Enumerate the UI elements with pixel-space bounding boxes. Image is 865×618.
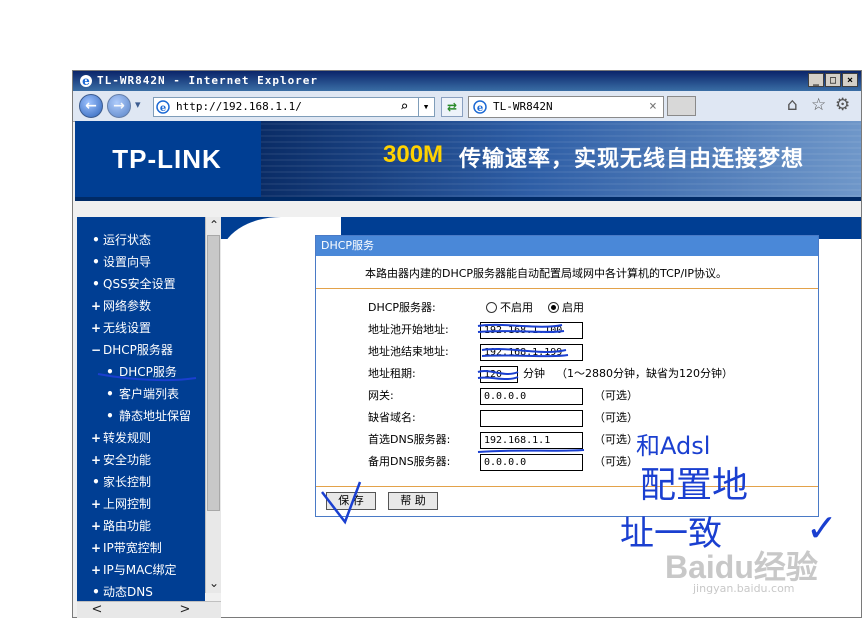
- ink-underline-dns: [477, 449, 585, 453]
- ink-overlay: [97, 323, 585, 525]
- ink-scribble-lease: [477, 370, 519, 380]
- watermark-url: jingyan.baidu.com: [693, 582, 795, 595]
- ink-underline-dhcp: [97, 373, 197, 382]
- ink-note-line2: 配置地: [640, 465, 749, 506]
- ink-scribble-end: [481, 348, 569, 358]
- ink-check-save: [321, 481, 362, 525]
- ink-scribble-start: [477, 323, 565, 333]
